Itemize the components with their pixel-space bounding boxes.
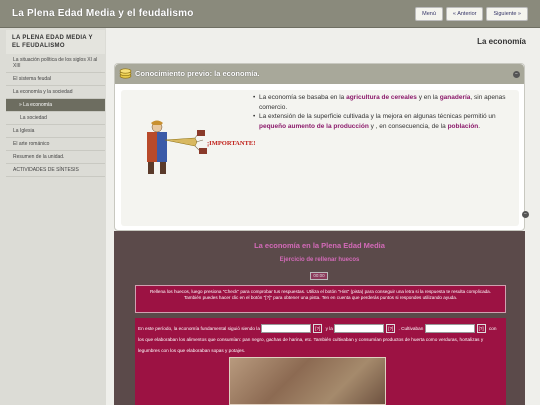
coins-icon [119, 68, 132, 79]
sidebar-item-resumen[interactable]: Resumen de la unidad. [6, 151, 105, 164]
key-point: La economía se basaba en la agricultura … [253, 93, 519, 112]
sidebar-item-economia[interactable]: » La economía [6, 99, 105, 112]
site-title: La Plena Edad Media y el feudalismo [12, 8, 194, 19]
timer: 00:00 [310, 272, 328, 280]
sidebar-item-arte-romanico[interactable]: El arte románico [6, 138, 105, 151]
top-navigation: Menú « Anterior Siguiente » [415, 7, 528, 21]
next-button[interactable]: Siguiente » [486, 7, 528, 21]
sidebar-item-situacion-politica[interactable]: La situación política de los siglos XI a… [6, 54, 105, 73]
collapse-panel-icon[interactable]: − [513, 71, 520, 78]
important-label: ¡IMPORTANTE! [207, 140, 255, 147]
sidebar-item-actividades[interactable]: ACTIVIDADES DE SÍNTESIS [6, 164, 105, 177]
exercise-subtitle: Ejercicio de rellenar huecos [279, 257, 360, 263]
hint-button-3[interactable]: [?] [476, 324, 486, 334]
top-bar: La Plena Edad Media y el feudalismo Menú… [0, 0, 540, 28]
main-content: La economía Conocimiento previo: la econ… [106, 28, 540, 405]
fill-gaps-exercise: La economía en la Plena Edad Media Ejerc… [114, 231, 525, 405]
page-title: La economía [477, 37, 526, 46]
exercise-title: La economía en la Plena Edad Media [254, 241, 385, 250]
sidebar: LA PLENA EDAD MEDIA Y EL FEUDALISMO La s… [6, 30, 105, 405]
gap-input-2[interactable] [334, 324, 385, 334]
prior-knowledge-panel: Conocimiento previo: la economía. − ¡IMP… [114, 63, 525, 231]
panel-body: ¡IMPORTANTE! La economía se basaba en la… [121, 90, 519, 226]
gap-input-3[interactable] [424, 324, 475, 334]
menu-button[interactable]: Menú [415, 7, 443, 21]
hint-button-2[interactable]: [?] [386, 324, 396, 334]
sidebar-item-iglesia[interactable]: La Iglesia [6, 125, 105, 138]
medieval-farming-image [229, 357, 386, 405]
sidebar-item-sistema-feudal[interactable]: El sistema feudal [6, 73, 105, 86]
gap-input-1[interactable] [261, 324, 312, 334]
sidebar-heading: LA PLENA EDAD MEDIA Y EL FEUDALISMO [6, 30, 105, 54]
sidebar-item-sociedad[interactable]: La sociedad [6, 112, 105, 125]
panel-title: Conocimiento previo: la economía. [135, 69, 260, 78]
key-point: La extensión de la superficie cultivada … [253, 112, 519, 131]
hint-button-1[interactable]: [?] [313, 324, 323, 334]
panel-header[interactable]: Conocimiento previo: la economía. − [115, 64, 524, 84]
sidebar-item-economia-sociedad[interactable]: La economía y la sociedad [6, 86, 105, 99]
exercise-instructions: Rellena los huecos, luego presiona "Chec… [135, 285, 506, 313]
medieval-herald-illustration: ¡IMPORTANTE! [147, 120, 255, 174]
key-points-list: La economía se basaba en la agricultura … [253, 93, 519, 131]
previous-button[interactable]: « Anterior [445, 7, 484, 21]
collapse-section-icon[interactable]: − [522, 211, 529, 218]
